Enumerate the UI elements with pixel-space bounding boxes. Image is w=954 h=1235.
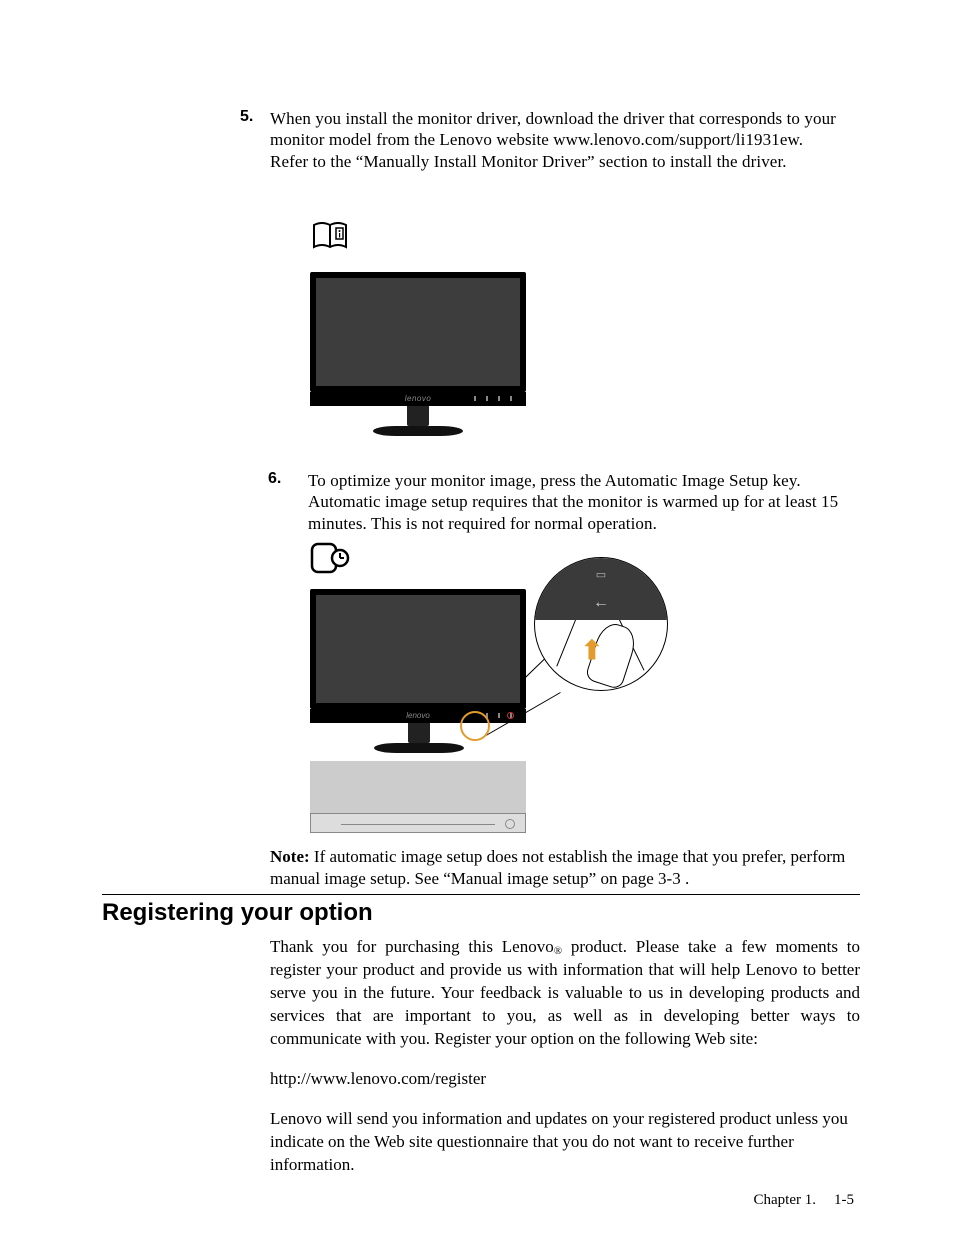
arrow-left-icon: ←: [535, 594, 667, 612]
step-5-number: 5.: [240, 108, 253, 126]
monitor-illustration: lenovo: [310, 272, 526, 436]
osd-icon: ▭: [535, 568, 667, 581]
monitor-buttons-icon: [474, 396, 512, 401]
zoom-callout: ▭ ← ⬆: [534, 557, 668, 691]
manual-page: 5. When you install the monitor driver, …: [0, 0, 954, 1235]
power-led-icon: [507, 712, 514, 719]
desk-illustration: [310, 761, 526, 833]
register-url: http://www.lenovo.com/register: [270, 1068, 860, 1091]
footer-page-number: 1-5: [834, 1192, 854, 1209]
figure-manual-driver: lenovo: [310, 215, 526, 436]
book-icon: [310, 215, 350, 255]
note-text: If automatic image setup does not establ…: [270, 847, 845, 888]
monitor-illustration: lenovo: [310, 589, 526, 753]
step-6-number: 6.: [268, 470, 281, 488]
section-heading: Registering your option: [102, 894, 860, 927]
step-6-text: To optimize your monitor image, press th…: [308, 470, 860, 534]
note-label: Note:: [270, 847, 310, 866]
registered-trademark-icon: ®: [554, 945, 562, 957]
note-paragraph: Note: If automatic image setup does not …: [270, 846, 860, 890]
optical-drive-icon: [310, 813, 526, 833]
step-5-text-a: When you install the monitor driver, dow…: [270, 108, 868, 151]
wait-clock-icon: [310, 540, 350, 576]
step-6: 6. To optimize your monitor image, press…: [308, 470, 860, 534]
step-5: 5. When you install the monitor driver, …: [270, 108, 860, 172]
monitor-logo: lenovo: [405, 394, 432, 403]
register-paragraph-1: Thank you for purchasing this Lenovo® pr…: [270, 936, 860, 1051]
footer-chapter: Chapter 1.: [754, 1192, 816, 1209]
monitor-logo: lenovo: [406, 711, 430, 720]
register-text: Thank you for purchasing this Lenovo: [270, 937, 554, 956]
press-arrow-icon: ⬆: [581, 636, 603, 666]
step-5-text-b: Refer to the “Manually Install Monitor D…: [270, 151, 868, 172]
register-paragraph-2: Lenovo will send you information and upd…: [270, 1108, 860, 1177]
figure-auto-image-setup: lenovo ▭ ← ⬆: [310, 540, 670, 753]
